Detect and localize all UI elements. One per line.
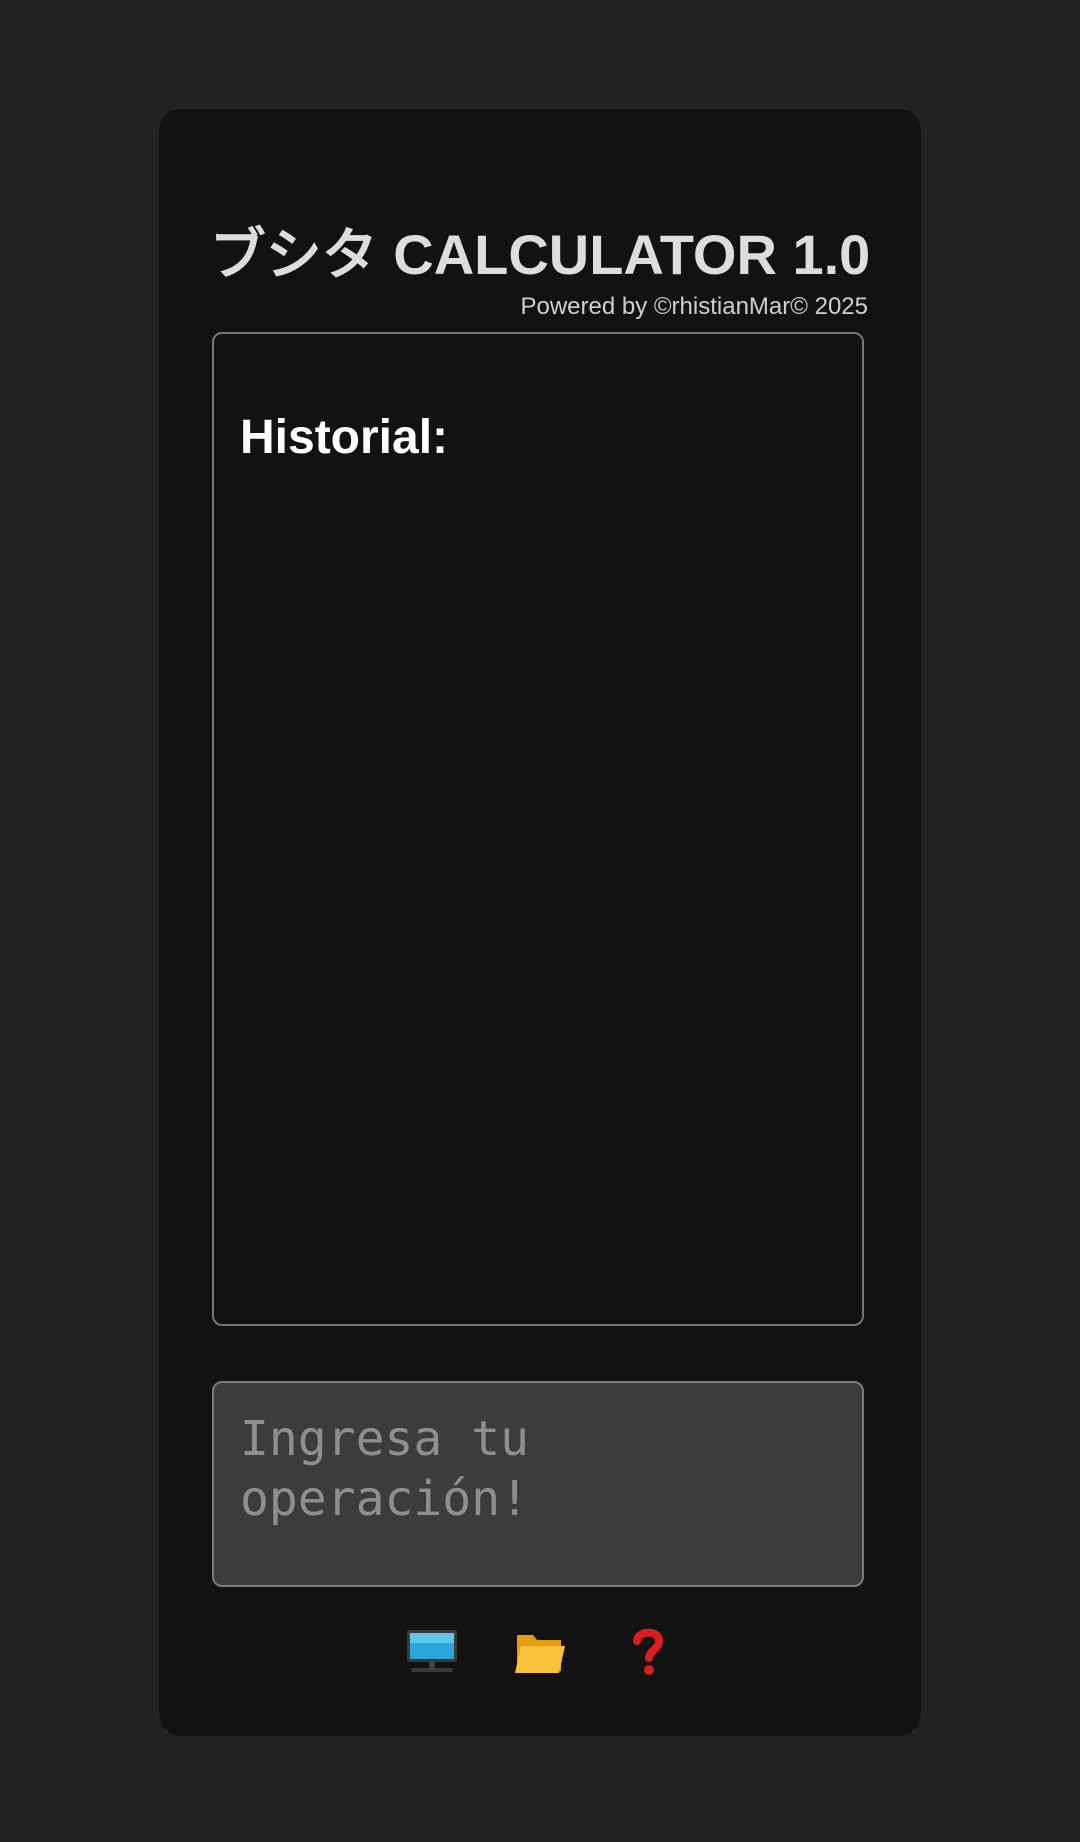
app-title: ブシタ CALCULATOR 1.0 — [209, 223, 871, 286]
operation-input-container — [212, 1381, 864, 1587]
help-button[interactable] — [621, 1624, 675, 1678]
folder-icon — [515, 1635, 565, 1673]
computer-icon — [407, 1630, 457, 1672]
toolbar — [159, 1624, 921, 1684]
question-icon — [633, 1628, 664, 1675]
operation-input[interactable] — [214, 1383, 862, 1585]
folder-button[interactable] — [513, 1624, 567, 1678]
history-panel[interactable]: Historial: — [212, 332, 864, 1326]
credit-text: Powered by ©rhistianMar© 2025 — [520, 293, 868, 320]
calculator-panel: ブシタ CALCULATOR 1.0 Powered by ©rhistianM… — [159, 109, 921, 1736]
computer-button[interactable] — [405, 1624, 459, 1678]
history-heading: Historial: — [240, 411, 449, 464]
